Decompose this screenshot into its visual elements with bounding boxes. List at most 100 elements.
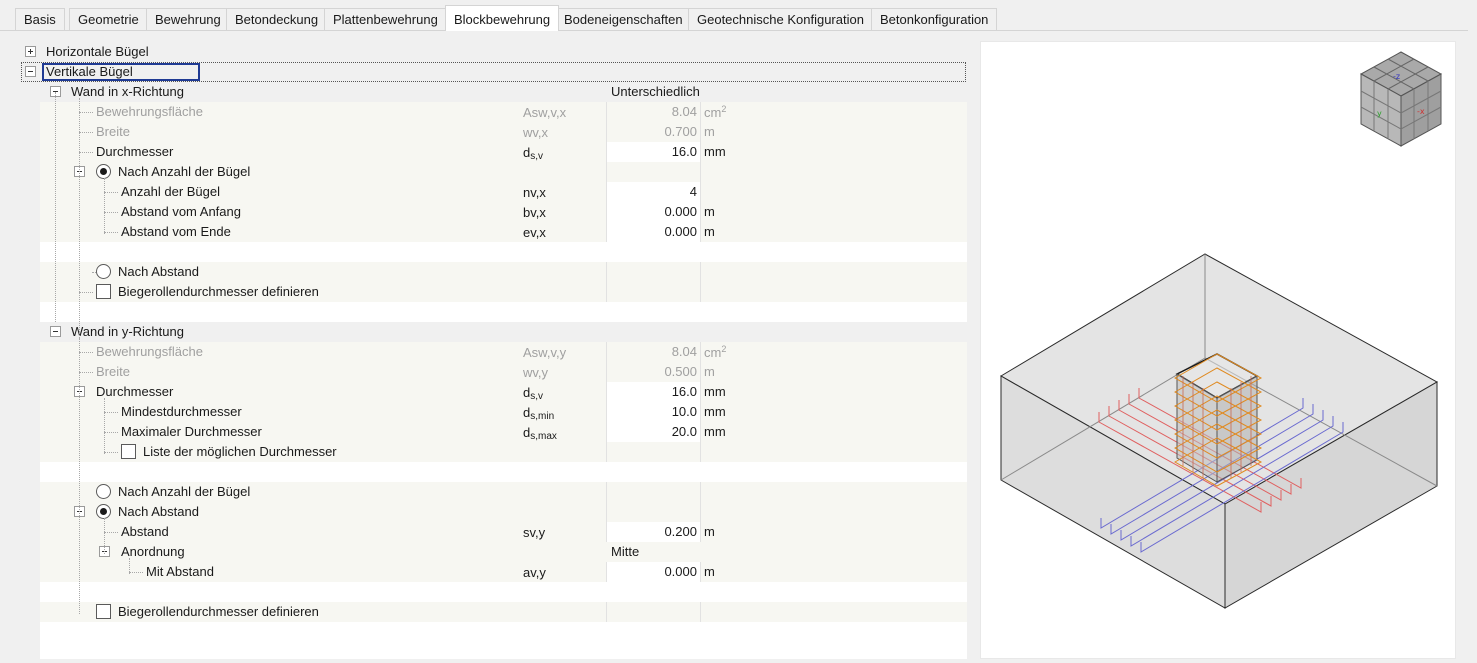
spacing-y-value[interactable]: 0.200 (664, 524, 697, 539)
by-count-y-radio[interactable] (96, 484, 111, 499)
max-diameter-label: Maximaler Durchmesser (121, 424, 262, 439)
tab-bewehrung[interactable]: Bewehrung (146, 8, 230, 30)
tree-row-with-spacing[interactable]: Mit Abstand av,y 0.000 m (40, 562, 967, 582)
width-y-value: 0.500 (664, 364, 697, 379)
tab-geotechnische-konfiguration[interactable]: Geotechnische Konfiguration (688, 8, 873, 30)
collapse-icon[interactable] (50, 326, 61, 337)
tree-row-by-count-y[interactable]: Nach Anzahl der Bügel (40, 482, 967, 502)
spacer-row (40, 462, 967, 482)
tree-row-spacing-y[interactable]: Abstand sv,y 0.200 m (40, 522, 967, 542)
tree-row-count-x[interactable]: Anzahl der Bügel nv,x 4 (40, 182, 967, 202)
spacing-y-unit: m (704, 524, 715, 539)
width-x-symbol: wv,x (523, 125, 549, 140)
by-count-y-label: Nach Anzahl der Bügel (118, 484, 251, 499)
end-x-value[interactable]: 0.000 (664, 224, 697, 239)
tree-row-arrangement[interactable]: Anordnung Mitte (40, 542, 967, 562)
tab-geometrie[interactable]: Geometrie (69, 8, 148, 30)
bend-x-checkbox[interactable] (96, 284, 111, 299)
with-spacing-value[interactable]: 0.000 (664, 564, 697, 579)
area-x-symbol: Asw,v,x (523, 105, 567, 120)
spacer-row (40, 242, 967, 262)
diameter-y-value[interactable]: 16.0 (672, 384, 697, 399)
foundation-3d-view: y -x -z (1000, 51, 1443, 609)
expand-icon[interactable] (25, 46, 36, 57)
tree-row-area-x: Bewehrungsfläche Asw,v,x 8.04 cm2 (40, 102, 967, 122)
with-spacing-symbol: av,y (523, 565, 546, 580)
tree-row-bend-y[interactable]: Biegerollendurchmesser definieren (40, 602, 967, 622)
diameter-x-value[interactable]: 16.0 (672, 144, 697, 159)
with-spacing-label: Mit Abstand (146, 564, 214, 579)
diameter-y-label: Durchmesser (96, 384, 174, 399)
model-preview[interactable]: y -x -z (980, 41, 1456, 659)
end-x-label: Abstand vom Ende (121, 224, 231, 239)
width-x-unit: m (704, 124, 715, 139)
count-x-value[interactable]: 4 (690, 184, 697, 199)
tree-row-area-y: Bewehrungsfläche Asw,v,y 8.04 cm2 (40, 342, 967, 362)
spacer-row (40, 302, 967, 322)
area-y-symbol: Asw,v,y (523, 345, 567, 360)
tab-blockbewehrung[interactable]: Blockbewehrung (445, 5, 560, 31)
tab-plattenbewehrung[interactable]: Plattenbewehrung (324, 8, 447, 30)
collapse-icon[interactable] (25, 66, 36, 77)
max-diameter-symbol: ds,max (523, 425, 557, 442)
by-spacing-x-label: Nach Abstand (118, 264, 199, 279)
navigation-cube-icon[interactable]: y -x -z (1359, 51, 1443, 147)
with-spacing-unit: m (704, 564, 715, 579)
by-spacing-x-radio[interactable] (96, 264, 111, 279)
start-x-value[interactable]: 0.000 (664, 204, 697, 219)
diameter-x-label: Durchmesser (96, 144, 174, 159)
tree-row-bend-x[interactable]: Biegerollendurchmesser definieren (40, 282, 967, 302)
tree-row-wall-x[interactable]: Wand in x-Richtung Unterschiedlich (40, 82, 967, 102)
max-diameter-value[interactable]: 20.0 (672, 424, 697, 439)
tree-row-diameter-y[interactable]: Durchmesser ds,v 16.0 mm (40, 382, 967, 402)
area-y-label: Bewehrungsfläche (96, 344, 203, 359)
area-y-value: 8.04 (671, 344, 697, 359)
start-x-symbol: bv,x (523, 205, 546, 220)
by-count-x-radio[interactable] (96, 164, 111, 179)
arrangement-value[interactable]: Mitte (611, 544, 639, 559)
tree-row-width-x: Breite wv,x 0.700 m (40, 122, 967, 142)
tab-betondeckung[interactable]: Betondeckung (226, 8, 328, 30)
tab-bar: Basis Geometrie Bewehrung Betondeckung P… (0, 0, 1477, 31)
tree-row-vertical[interactable]: Vertikale Bügel (20, 62, 967, 82)
tree-row-horizontal[interactable]: Horizontale Bügel (20, 42, 967, 62)
width-y-unit: m (704, 364, 715, 379)
tree-row-max-d[interactable]: Maximaler Durchmesser ds,max 20.0 mm (40, 422, 967, 442)
min-diameter-label: Mindestdurchmesser (121, 404, 242, 419)
by-count-x-label: Nach Anzahl der Bügel (118, 164, 251, 179)
tab-bodeneigenschaften[interactable]: Bodeneigenschaften (555, 8, 692, 30)
min-diameter-value[interactable]: 10.0 (672, 404, 697, 419)
tree-row-diameter-list[interactable]: Liste der möglichen Durchmesser (40, 442, 967, 462)
tree-row-by-spacing-y[interactable]: Nach Abstand (40, 502, 967, 522)
bend-x-label: Biegerollendurchmesser definieren (118, 284, 319, 299)
end-x-symbol: ev,x (523, 225, 546, 240)
arrangement-label: Anordnung (121, 544, 185, 559)
tree-row-by-count-x[interactable]: Nach Anzahl der Bügel (40, 162, 967, 182)
tree-gutter (20, 82, 40, 659)
wall-x-label: Wand in x-Richtung (71, 84, 184, 99)
tree-row-start-x[interactable]: Abstand vom Anfang bv,x 0.000 m (40, 202, 967, 222)
svg-text:y: y (1377, 109, 1382, 118)
diameter-list-checkbox[interactable] (121, 444, 136, 459)
count-x-symbol: nv,x (523, 185, 546, 200)
tree-row-min-d[interactable]: Mindestdurchmesser ds,min 10.0 mm (40, 402, 967, 422)
tab-betonkonfiguration[interactable]: Betonkonfiguration (871, 8, 998, 30)
by-spacing-y-radio[interactable] (96, 504, 111, 519)
width-x-value: 0.700 (664, 124, 697, 139)
tree-row-width-y: Breite wv,y 0.500 m (40, 362, 967, 382)
svg-text:-z: -z (1393, 72, 1400, 81)
bend-y-checkbox[interactable] (96, 604, 111, 619)
tree-row-wall-y[interactable]: Wand in y-Richtung (40, 322, 967, 342)
start-x-unit: m (704, 204, 715, 219)
width-x-label: Breite (96, 124, 130, 139)
tree-row-diameter-x[interactable]: Durchmesser ds,v 16.0 mm (40, 142, 967, 162)
svg-text:-x: -x (1417, 107, 1425, 116)
tree-row-end-x[interactable]: Abstand vom Ende ev,x 0.000 m (40, 222, 967, 242)
bend-y-label: Biegerollendurchmesser definieren (118, 604, 319, 619)
spacing-y-symbol: sv,y (523, 525, 546, 540)
tree-row-by-spacing-x[interactable]: Nach Abstand (40, 262, 967, 282)
wall-x-value[interactable]: Unterschiedlich (611, 84, 700, 99)
vertical-stirrups-label: Vertikale Bügel (46, 64, 133, 79)
start-x-label: Abstand vom Anfang (121, 204, 241, 219)
tab-basis[interactable]: Basis (15, 8, 65, 30)
